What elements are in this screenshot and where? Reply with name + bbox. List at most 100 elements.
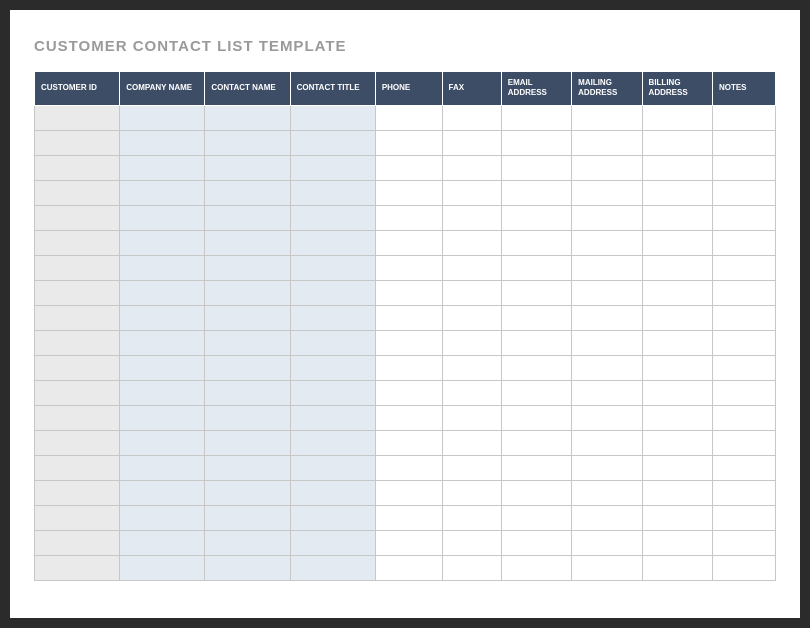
table-cell[interactable] [290,430,375,455]
table-cell[interactable] [375,180,442,205]
table-cell[interactable] [120,355,205,380]
table-cell[interactable] [290,555,375,580]
table-cell[interactable] [120,205,205,230]
table-cell[interactable] [712,155,775,180]
table-cell[interactable] [375,105,442,130]
table-cell[interactable] [712,130,775,155]
table-cell[interactable] [712,530,775,555]
table-cell[interactable] [205,205,290,230]
table-cell[interactable] [35,155,120,180]
table-cell[interactable] [205,105,290,130]
table-cell[interactable] [120,255,205,280]
table-cell[interactable] [712,480,775,505]
table-cell[interactable] [35,530,120,555]
table-cell[interactable] [375,555,442,580]
table-cell[interactable] [442,405,501,430]
table-cell[interactable] [572,380,642,405]
table-cell[interactable] [642,355,712,380]
table-cell[interactable] [290,255,375,280]
table-cell[interactable] [35,430,120,455]
table-cell[interactable] [290,205,375,230]
table-cell[interactable] [642,330,712,355]
table-cell[interactable] [501,130,571,155]
table-cell[interactable] [35,105,120,130]
table-cell[interactable] [375,455,442,480]
table-cell[interactable] [642,530,712,555]
table-cell[interactable] [712,405,775,430]
table-cell[interactable] [572,155,642,180]
table-cell[interactable] [35,505,120,530]
table-cell[interactable] [712,380,775,405]
table-cell[interactable] [375,255,442,280]
table-cell[interactable] [642,405,712,430]
table-cell[interactable] [501,480,571,505]
table-cell[interactable] [712,455,775,480]
table-cell[interactable] [205,380,290,405]
table-cell[interactable] [205,355,290,380]
table-cell[interactable] [35,230,120,255]
table-cell[interactable] [712,430,775,455]
table-cell[interactable] [290,505,375,530]
table-cell[interactable] [501,280,571,305]
table-cell[interactable] [35,480,120,505]
table-cell[interactable] [572,530,642,555]
table-cell[interactable] [572,230,642,255]
table-cell[interactable] [35,280,120,305]
table-cell[interactable] [501,180,571,205]
table-cell[interactable] [205,405,290,430]
table-cell[interactable] [375,330,442,355]
table-cell[interactable] [572,280,642,305]
table-cell[interactable] [501,430,571,455]
table-cell[interactable] [290,180,375,205]
table-cell[interactable] [290,530,375,555]
table-cell[interactable] [375,405,442,430]
table-cell[interactable] [442,455,501,480]
table-cell[interactable] [120,130,205,155]
table-cell[interactable] [442,130,501,155]
table-cell[interactable] [712,355,775,380]
table-cell[interactable] [572,480,642,505]
table-cell[interactable] [501,505,571,530]
table-cell[interactable] [572,330,642,355]
table-cell[interactable] [205,305,290,330]
table-cell[interactable] [642,130,712,155]
table-cell[interactable] [120,330,205,355]
table-cell[interactable] [375,355,442,380]
table-cell[interactable] [442,280,501,305]
table-cell[interactable] [35,130,120,155]
table-cell[interactable] [442,355,501,380]
table-cell[interactable] [205,530,290,555]
table-cell[interactable] [642,455,712,480]
table-cell[interactable] [501,105,571,130]
table-cell[interactable] [712,255,775,280]
table-cell[interactable] [35,305,120,330]
table-cell[interactable] [501,405,571,430]
table-cell[interactable] [375,530,442,555]
table-cell[interactable] [712,280,775,305]
table-cell[interactable] [442,480,501,505]
table-cell[interactable] [712,330,775,355]
table-cell[interactable] [290,280,375,305]
table-cell[interactable] [120,280,205,305]
table-cell[interactable] [205,280,290,305]
table-cell[interactable] [712,505,775,530]
table-cell[interactable] [290,405,375,430]
table-cell[interactable] [35,180,120,205]
table-cell[interactable] [375,305,442,330]
table-cell[interactable] [375,430,442,455]
table-cell[interactable] [442,555,501,580]
table-cell[interactable] [375,505,442,530]
table-cell[interactable] [712,205,775,230]
table-cell[interactable] [120,455,205,480]
table-cell[interactable] [35,205,120,230]
table-cell[interactable] [375,155,442,180]
table-cell[interactable] [375,130,442,155]
table-cell[interactable] [290,455,375,480]
table-cell[interactable] [205,180,290,205]
table-cell[interactable] [375,380,442,405]
table-cell[interactable] [572,355,642,380]
table-cell[interactable] [501,555,571,580]
table-cell[interactable] [205,555,290,580]
table-cell[interactable] [120,405,205,430]
table-cell[interactable] [205,255,290,280]
